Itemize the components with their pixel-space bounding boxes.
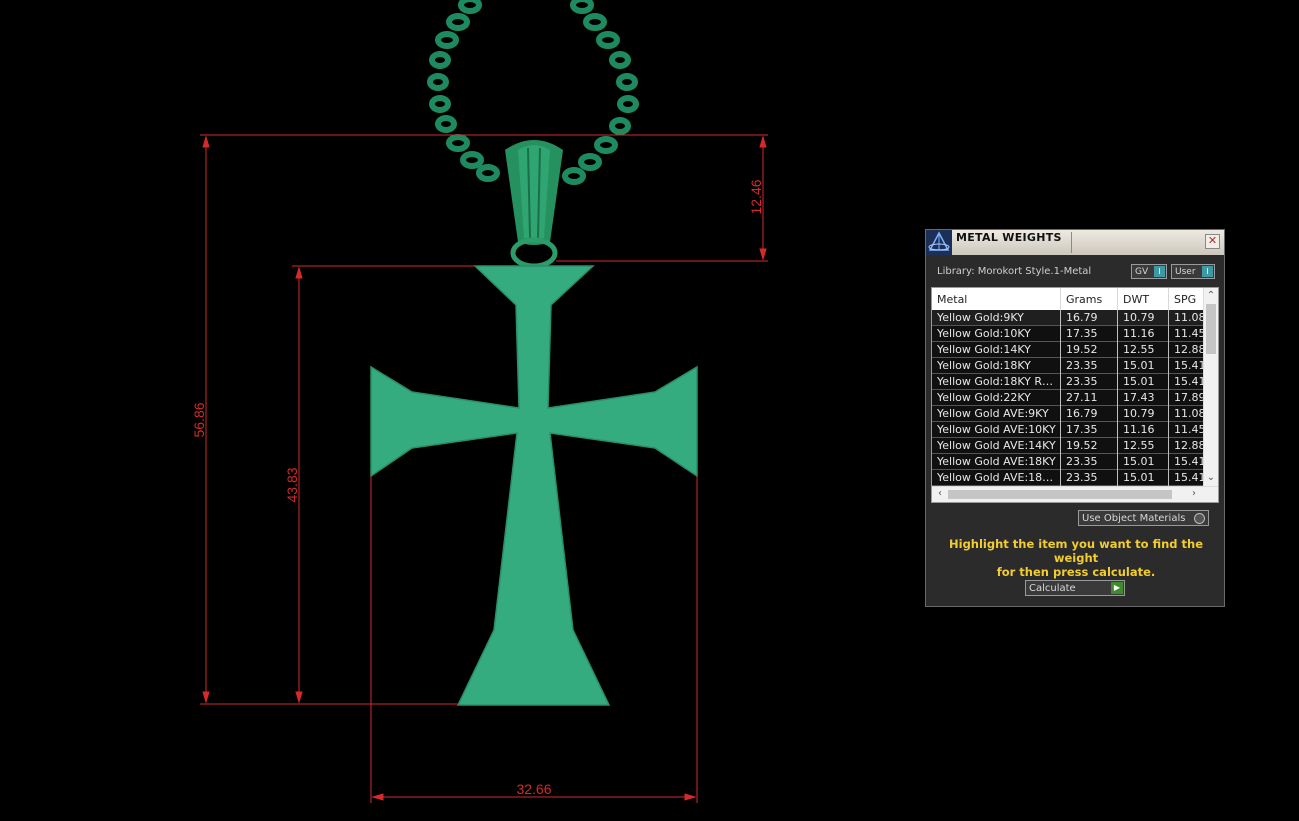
cross-height-label: 43.83 <box>284 467 300 502</box>
metal-cell: Yellow Gold AVE:9KY <box>937 407 1049 420</box>
user-toggle-icon: I <box>1202 266 1213 277</box>
vertical-scrollbar[interactable]: ⌃ ⌄ <box>1203 288 1218 487</box>
spg-cell: 11.08 <box>1174 407 1206 420</box>
column-header-dwt[interactable]: DWT <box>1123 293 1149 306</box>
radio-icon <box>1194 513 1205 524</box>
table-row[interactable]: Yellow Gold:10KY 17.35 11.16 11.45 <box>932 326 1206 342</box>
spg-cell: 12.88 <box>1174 439 1206 452</box>
use-object-materials-label: Use Object Materials <box>1082 513 1186 524</box>
table-row[interactable]: Yellow Gold AVE:14KY 19.52 12.55 12.88 <box>932 438 1206 454</box>
table-row[interactable]: Yellow Gold:18KY R… 23.35 15.01 15.41 <box>932 374 1206 390</box>
calculate-label: Calculate <box>1029 583 1076 594</box>
instruction-line-2: for then press calculate. <box>996 565 1156 579</box>
metal-table[interactable]: Metal Grams DWT SPG Yellow Gold:9KY 16.79… <box>931 287 1219 503</box>
dwt-cell: 15.01 <box>1123 359 1155 372</box>
width-label: 32.66 <box>516 781 551 797</box>
cross-pendant <box>370 265 698 706</box>
column-header-metal[interactable]: Metal <box>937 293 967 306</box>
metal-cell: Yellow Gold:18KY R… <box>937 375 1054 388</box>
scroll-up-icon[interactable]: ⌃ <box>1205 290 1217 302</box>
instruction-text: Highlight the item you want to find the … <box>936 537 1216 579</box>
scroll-down-icon[interactable]: ⌄ <box>1205 472 1217 484</box>
metal-cell: Yellow Gold AVE:18KY <box>937 455 1056 468</box>
panel-titlebar[interactable]: METAL WEIGHTS ✕ <box>926 230 1224 255</box>
gv-toggle-icon: I <box>1154 266 1165 277</box>
table-row[interactable]: Yellow Gold AVE:9KY 16.79 10.79 11.08 <box>932 406 1206 422</box>
grams-cell: 16.79 <box>1066 407 1098 420</box>
spg-cell: 17.89 <box>1174 391 1206 404</box>
grams-cell: 19.52 <box>1066 343 1098 356</box>
spg-cell: 11.45 <box>1174 327 1206 340</box>
gv-toggle[interactable]: GV I <box>1131 264 1167 279</box>
grams-cell: 23.35 <box>1066 455 1098 468</box>
horizontal-scroll-thumb[interactable] <box>948 490 1172 499</box>
metal-cell: Yellow Gold AVE:14KY <box>937 439 1056 452</box>
dwt-cell: 15.01 <box>1123 375 1155 388</box>
dwt-cell: 11.16 <box>1123 327 1155 340</box>
metal-cell: Yellow Gold:22KY <box>937 391 1031 404</box>
table-row[interactable]: Yellow Gold:18KY 23.35 15.01 15.41 <box>932 358 1206 374</box>
user-label: User <box>1175 267 1196 277</box>
vertical-scroll-thumb[interactable] <box>1206 304 1216 354</box>
metal-cell: Yellow Gold AVE:10KY <box>937 423 1056 436</box>
table-row[interactable]: Yellow Gold AVE:18KY 23.35 15.01 15.41 <box>932 454 1206 470</box>
spg-cell: 11.45 <box>1174 423 1206 436</box>
dwt-cell: 10.79 <box>1123 407 1155 420</box>
dwt-cell: 11.16 <box>1123 423 1155 436</box>
table-row[interactable]: Yellow Gold:9KY 16.79 10.79 11.08 <box>932 310 1206 326</box>
library-label: Library: Morokort Style.1-Metal <box>937 266 1092 277</box>
spg-cell: 12.88 <box>1174 343 1206 356</box>
dwt-cell: 17.43 <box>1123 391 1155 404</box>
metal-cell: Yellow Gold:9KY <box>937 311 1024 324</box>
spg-cell: 15.41 <box>1174 455 1206 468</box>
table-row[interactable]: Yellow Gold AVE:10KY 17.35 11.16 11.45 <box>932 422 1206 438</box>
dwt-cell: 10.79 <box>1123 311 1155 324</box>
table-row[interactable]: Yellow Gold AVE:18… 23.35 15.01 15.41 <box>932 470 1206 486</box>
play-icon: ▶ <box>1111 582 1123 594</box>
grams-cell: 23.35 <box>1066 471 1098 484</box>
instruction-line-1: Highlight the item you want to find the … <box>949 537 1203 565</box>
panel-title: METAL WEIGHTS <box>956 231 1062 244</box>
grams-cell: 23.35 <box>1066 375 1098 388</box>
grams-cell: 17.35 <box>1066 327 1098 340</box>
metal-cell: Yellow Gold:18KY <box>937 359 1031 372</box>
user-toggle[interactable]: User I <box>1171 264 1215 279</box>
total-height-label: 56.86 <box>191 402 207 437</box>
gv-label: GV <box>1135 267 1149 277</box>
table-row[interactable]: Yellow Gold:14KY 19.52 12.55 12.88 <box>932 342 1206 358</box>
app-logo-icon <box>926 230 952 255</box>
bail <box>505 140 563 269</box>
close-button[interactable]: ✕ <box>1205 234 1220 249</box>
horizontal-scrollbar[interactable]: ‹ › <box>932 486 1218 502</box>
scroll-left-icon[interactable]: ‹ <box>934 488 946 500</box>
spg-cell: 15.41 <box>1174 471 1206 484</box>
dwt-cell: 12.55 <box>1123 343 1155 356</box>
metal-weights-panel: METAL WEIGHTS ✕ Library: Morokort Style.… <box>925 229 1225 607</box>
grams-cell: 23.35 <box>1066 359 1098 372</box>
dwt-cell: 12.55 <box>1123 439 1155 452</box>
column-header-spg[interactable]: SPG <box>1174 293 1196 306</box>
metal-cell: Yellow Gold AVE:18… <box>937 471 1054 484</box>
grams-cell: 16.79 <box>1066 311 1098 324</box>
bail-height-label: 12.46 <box>748 179 764 214</box>
use-object-materials-toggle[interactable]: Use Object Materials <box>1078 510 1209 526</box>
spg-cell: 15.41 <box>1174 359 1206 372</box>
spg-cell: 15.41 <box>1174 375 1206 388</box>
dwt-cell: 15.01 <box>1123 455 1155 468</box>
metal-cell: Yellow Gold:10KY <box>937 327 1031 340</box>
table-row[interactable]: Yellow Gold:22KY 27.11 17.43 17.89 <box>932 390 1206 406</box>
dwt-cell: 15.01 <box>1123 471 1155 484</box>
table-body: Yellow Gold:9KY 16.79 10.79 11.08 Yellow Gol… <box>932 310 1206 486</box>
metal-cell: Yellow Gold:14KY <box>937 343 1031 356</box>
column-header-grams[interactable]: Grams <box>1066 293 1102 306</box>
scroll-right-icon[interactable]: › <box>1188 488 1200 500</box>
table-header: Metal Grams DWT SPG <box>932 288 1204 311</box>
title-divider <box>1071 232 1072 253</box>
grams-cell: 27.11 <box>1066 391 1098 404</box>
calculate-button[interactable]: Calculate ▶ <box>1025 580 1125 596</box>
spg-cell: 11.08 <box>1174 311 1206 324</box>
grams-cell: 17.35 <box>1066 423 1098 436</box>
grams-cell: 19.52 <box>1066 439 1098 452</box>
